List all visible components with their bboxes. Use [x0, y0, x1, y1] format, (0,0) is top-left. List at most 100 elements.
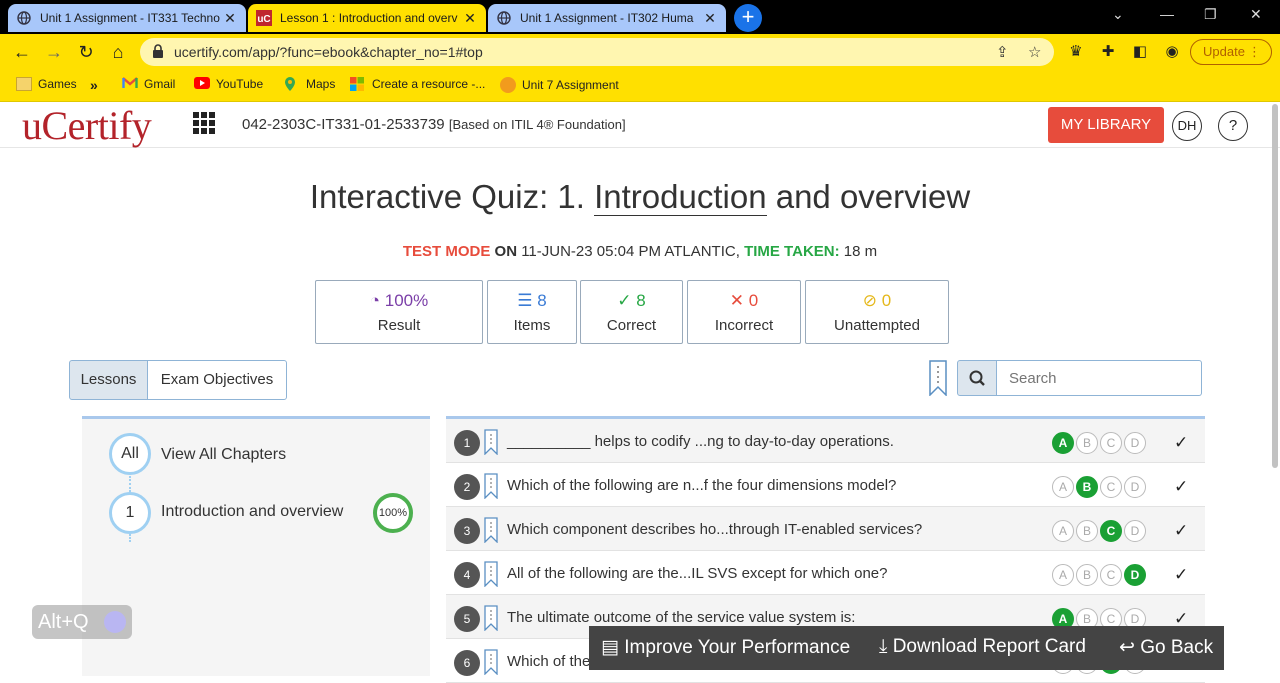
return-arrow-icon: ↩ [1119, 637, 1135, 658]
apps-grid-icon[interactable] [193, 112, 215, 134]
browser-tab-3[interactable]: Unit 1 Assignment - IT302 Huma ✕ [488, 4, 726, 32]
side-panel-icon[interactable]: ◧ [1130, 42, 1150, 62]
home-icon[interactable]: ⌂ [106, 40, 130, 64]
stat-result: ◔ 100% Result [315, 280, 483, 344]
close-tab-icon[interactable]: ✕ [222, 10, 238, 27]
bookmark-games[interactable]: Games [16, 77, 77, 91]
chapter-1-link[interactable]: Introduction and overview [161, 503, 343, 521]
question-text[interactable]: The ultimate outcome of the service valu… [507, 609, 855, 626]
question-text[interactable]: Which of the following are n...f the fou… [507, 477, 896, 494]
close-window-icon[interactable]: ✕ [1250, 6, 1262, 23]
site-icon [500, 77, 516, 93]
view-all-chapters-link[interactable]: View All Chapters [161, 446, 286, 464]
bookmarks-bar: Games » Gmail YouTube Maps Create a reso… [0, 70, 1280, 102]
option-b: B [1076, 520, 1098, 542]
option-c: C [1100, 476, 1122, 498]
altq-overlay[interactable]: Alt+Q [32, 605, 132, 639]
close-tab-icon[interactable]: ✕ [702, 10, 718, 27]
improve-performance-button[interactable]: ▤ Improve Your Performance [601, 636, 850, 659]
option-a: A [1052, 564, 1074, 586]
back-arrow-icon[interactable]: ← [10, 40, 34, 64]
star-icon[interactable]: ☆ [1028, 43, 1041, 61]
chapter-connector [129, 476, 131, 492]
test-mode-label: TEST MODE [402, 243, 491, 260]
my-library-button[interactable]: MY LIBRARY [1048, 107, 1164, 143]
browser-tab-2[interactable]: uC Lesson 1 : Introduction and overv ✕ [248, 4, 486, 32]
search-button[interactable] [957, 360, 997, 396]
course-code: 042-2303C-IT331-01-2533739 [242, 116, 445, 133]
microsoft-icon [350, 77, 366, 91]
bookmark-unit7[interactable]: Unit 7 Assignment [500, 77, 619, 93]
list-item[interactable]: 3 Which component describes ho...through… [446, 507, 1205, 551]
test-date: 11-JUN-23 05:04 PM ATLANTIC, [521, 243, 740, 260]
address-bar[interactable]: ucertify.com/app/?func=ebook&chapter_no=… [140, 38, 1054, 66]
bookmark-label: Create a resource -... [372, 77, 486, 91]
ucertify-logo[interactable]: uCertify [22, 102, 152, 149]
bookmark-icon[interactable] [484, 429, 498, 456]
question-text[interactable]: All of the following are the...IL SVS ex… [507, 565, 888, 582]
altq-label: Alt+Q [38, 611, 89, 633]
list-item[interactable]: 1 __________ helps to codify ...ng to da… [446, 419, 1205, 463]
bookmark-icon[interactable] [484, 561, 498, 588]
question-text[interactable]: __________ helps to codify ...ng to day-… [507, 433, 894, 450]
tab-exam-objectives[interactable]: Exam Objectives [147, 360, 287, 400]
avatar[interactable]: DH [1172, 111, 1202, 141]
kebab-menu-icon: ⋮ [1248, 44, 1261, 59]
go-back-button[interactable]: ↩ Go Back [1119, 636, 1213, 659]
help-button[interactable]: ? [1218, 111, 1248, 141]
bookmark-label: YouTube [216, 77, 264, 91]
question-number: 4 [454, 562, 480, 588]
audio-wave-icon [104, 611, 126, 633]
restore-icon[interactable]: ❐ [1204, 6, 1217, 23]
download-report-card-button[interactable]: ⤓ Download Report Card [879, 636, 1086, 658]
list-item[interactable]: 2 Which of the following are n...f the f… [446, 463, 1205, 507]
bookmark-create-resource[interactable]: Create a resource -... [350, 77, 485, 91]
close-tab-icon[interactable]: ✕ [462, 10, 478, 27]
bookmark-filter-icon[interactable] [928, 360, 948, 397]
list-item[interactable]: 4 All of the following are the...IL SVS … [446, 551, 1205, 595]
bookmark-icon[interactable] [484, 473, 498, 500]
eye-slash-icon: ⊘ [862, 291, 878, 310]
browser-tab-1[interactable]: Unit 1 Assignment - IT331 Techno ✕ [8, 4, 246, 32]
bookmark-maps[interactable]: Maps [284, 77, 335, 91]
puzzle-icon[interactable]: ✚ [1098, 42, 1118, 62]
check-icon: ✓ [1174, 477, 1189, 496]
stat-items: ☰ 8 Items [487, 280, 577, 344]
stat-incorrect: ✕ 0 Incorrect [687, 280, 801, 344]
search-input[interactable] [997, 360, 1202, 396]
test-mode-info: TEST MODE ON 11-JUN-23 05:04 PM ATLANTIC… [402, 243, 878, 260]
bookmark-icon[interactable] [484, 649, 498, 676]
bookmark-icon[interactable] [484, 517, 498, 544]
bookmark-gmail[interactable]: Gmail [122, 77, 175, 91]
bookmark-icon[interactable] [484, 605, 498, 632]
option-a: A [1052, 476, 1074, 498]
question-text[interactable]: Which component describes ho...through I… [507, 521, 922, 538]
option-c: C [1100, 564, 1122, 586]
share-icon[interactable]: ⇪ [996, 43, 1009, 61]
download-icon: ⤓ [879, 636, 888, 657]
profile-icon[interactable]: ◉ [1162, 42, 1182, 62]
extension-crown-icon[interactable]: ♛ [1066, 42, 1086, 62]
minimize-icon[interactable]: — [1160, 6, 1174, 22]
all-chapters-badge[interactable]: All [109, 433, 151, 475]
bookmark-youtube[interactable]: YouTube [194, 77, 263, 91]
more-bookmarks-chevron-icon[interactable]: » [90, 77, 98, 93]
page-scrollbar[interactable] [1272, 104, 1278, 468]
chapter-connector [129, 534, 131, 542]
new-tab-button[interactable]: + [734, 4, 762, 32]
tab-lessons[interactable]: Lessons [69, 360, 148, 400]
time-taken-label: TIME TAKEN: [744, 243, 840, 260]
bookmark-label: Unit 7 Assignment [522, 78, 619, 92]
url-text[interactable]: ucertify.com/app/?func=ebook&chapter_no=… [174, 44, 483, 60]
report-action-bar: ▤ Improve Your Performance ⤓ Download Re… [589, 626, 1224, 670]
checkmark-icon: ✓ [617, 291, 632, 310]
chapter-1-badge[interactable]: 1 [109, 492, 151, 534]
reload-icon[interactable]: ↻ [74, 40, 98, 64]
svg-text:uC: uC [257, 14, 270, 25]
cross-icon: ✕ [729, 291, 745, 310]
course-suffix: [Based on ITIL 4® Foundation] [448, 117, 626, 132]
chapter-1-progress: 100% [373, 493, 413, 533]
tab-search-chevron-icon[interactable]: ⌄ [1112, 6, 1124, 23]
forward-arrow-icon[interactable]: → [42, 40, 66, 64]
update-button[interactable]: Update ⋮ [1190, 39, 1272, 65]
